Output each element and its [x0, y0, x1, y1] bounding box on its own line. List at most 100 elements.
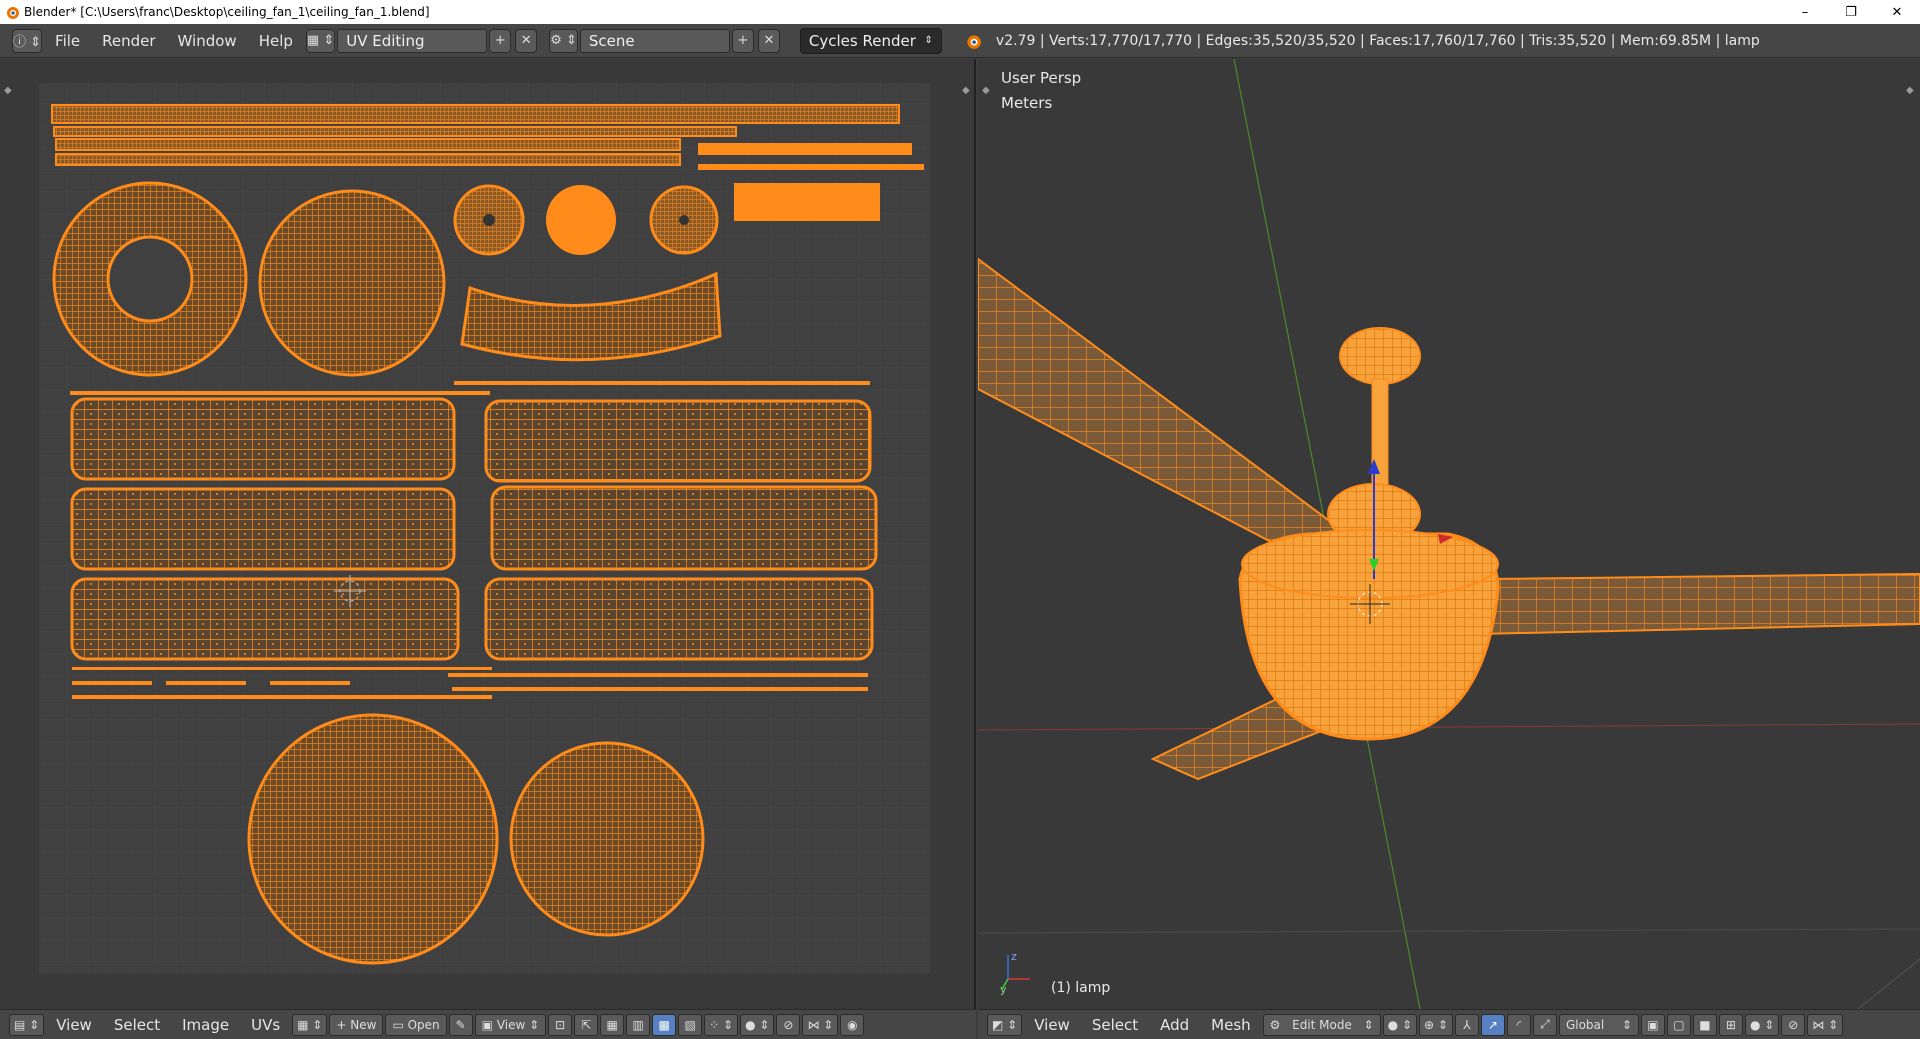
- render-engine-dropdown[interactable]: Cycles Render ⇕: [799, 27, 942, 54]
- view-mode-dropdown[interactable]: ▣ View ⇕: [474, 1013, 547, 1036]
- screen-layout-field[interactable]: UV Editing: [337, 28, 488, 53]
- units-label: Meters: [1001, 94, 1053, 112]
- snap-element-3d-icon[interactable]: ⋈ ⇕: [1807, 1013, 1844, 1036]
- window-titlebar: Blender* [C:\Users\franc\Desktop\ceiling…: [0, 0, 1920, 24]
- pin-image-icon[interactable]: ✎: [448, 1013, 473, 1036]
- screen-layout-icon[interactable]: ▦ ⇕: [305, 28, 336, 53]
- fan-blade: [978, 257, 1345, 571]
- scene-field[interactable]: Scene: [579, 28, 730, 53]
- 3d-viewport[interactable]: ◆ ◆ User Persp Meters z y (1) lamp: [978, 59, 1920, 1009]
- face-select-mode-icon[interactable]: ■: [1692, 1013, 1717, 1036]
- orientation-dropdown[interactable]: Global ⇕: [1558, 1013, 1639, 1036]
- uv-island: [698, 143, 912, 155]
- menu-help[interactable]: Help: [248, 32, 304, 50]
- remove-scene-icon[interactable]: ✕: [757, 28, 780, 53]
- fan-blade: [1476, 572, 1920, 636]
- uv-image-editor[interactable]: ◆ ◆: [0, 59, 976, 1009]
- 3d-menu-select[interactable]: Select: [1081, 1016, 1149, 1034]
- object-name-label: (1) lamp: [1051, 980, 1111, 996]
- sticky-select-icon[interactable]: ⁘ ⇕: [704, 1013, 739, 1036]
- window-title: Blender* [C:\Users\franc\Desktop\ceiling…: [24, 5, 430, 19]
- uv-island: [509, 741, 705, 937]
- manipulator-toggle-icon[interactable]: ⅄: [1454, 1013, 1479, 1036]
- plus-icon: +: [336, 1017, 351, 1032]
- editor-type-3d-icon[interactable]: ◩ ⇕: [987, 1013, 1023, 1036]
- info-header: ⓘ ⇕ File Render Window Help ▦ ⇕ UV Editi…: [0, 24, 1920, 58]
- face-select-icon[interactable]: ▩: [652, 1013, 677, 1036]
- pivot-point-icon[interactable]: ⊕ ⇕: [1419, 1013, 1453, 1036]
- viewport-shading-icon[interactable]: ● ⇕: [1382, 1013, 1417, 1036]
- uv-island: [698, 164, 924, 170]
- x-axis-line: [978, 723, 1920, 731]
- pivot-icon[interactable]: ⊡: [548, 1013, 573, 1036]
- remove-screen-icon[interactable]: ✕: [515, 28, 538, 53]
- axis-z-label: z: [1011, 950, 1017, 963]
- uv-island: [53, 126, 737, 137]
- menu-file[interactable]: File: [44, 32, 91, 50]
- uv-menu-view[interactable]: View: [45, 1016, 103, 1034]
- vertex-select-mode-icon[interactable]: ▣: [1640, 1013, 1665, 1036]
- add-scene-icon[interactable]: +: [731, 28, 754, 53]
- 3d-menu-view[interactable]: View: [1023, 1016, 1081, 1034]
- mode-dropdown[interactable]: ⚙ Edit Mode ⇕: [1262, 1013, 1381, 1036]
- open-image-button[interactable]: ▭ Open: [385, 1013, 447, 1036]
- snap-3d-icon[interactable]: ⊘: [1781, 1013, 1806, 1036]
- uv-island: [484, 399, 872, 483]
- uv-island: [55, 153, 681, 166]
- add-screen-icon[interactable]: +: [489, 28, 512, 53]
- edge-select-icon[interactable]: ▥: [626, 1013, 651, 1036]
- proportional-edit-3d-icon[interactable]: ● ⇕: [1744, 1013, 1780, 1036]
- uv-menu-image[interactable]: Image: [171, 1016, 240, 1034]
- uv-island: [55, 138, 681, 151]
- uv-island: [490, 485, 878, 571]
- 3d-menu-mesh[interactable]: Mesh: [1200, 1016, 1262, 1034]
- uv-canvas[interactable]: [0, 59, 976, 1009]
- uv-menu-uvs[interactable]: UVs: [240, 1016, 291, 1034]
- scene-statistics: v2.79 | Verts:17,770/17,770 | Edges:35,5…: [995, 32, 1760, 49]
- uv-editor-header: ▤ ⇕ View Select Image UVs ▦ ⇕ + New ▭ Op…: [0, 1009, 976, 1039]
- minimize-button[interactable]: –: [1782, 0, 1828, 24]
- edge-select-mode-icon[interactable]: ▢: [1666, 1013, 1691, 1036]
- uv-island: [70, 397, 456, 481]
- blender-logo-icon: [7, 7, 19, 19]
- overlay-icon[interactable]: ◉: [840, 1013, 865, 1036]
- uv-island: [258, 189, 446, 377]
- dropdown-arrows-icon: ⇕: [924, 35, 933, 46]
- maximize-button[interactable]: ❐: [1828, 0, 1874, 24]
- scale-manipulator-icon[interactable]: ⤢: [1532, 1013, 1557, 1036]
- snap-icon[interactable]: ⊘: [776, 1013, 801, 1036]
- blender-version-icon: [967, 34, 981, 49]
- editor-type-info-icon[interactable]: ⓘ ⇕: [12, 28, 43, 53]
- rotate-manipulator-icon[interactable]: ◜: [1506, 1013, 1531, 1036]
- translate-manipulator-icon[interactable]: ↗: [1480, 1013, 1505, 1036]
- render-engine-label: Cycles Render: [808, 31, 916, 50]
- uv-island: [51, 104, 900, 124]
- snap-element-icon[interactable]: ⋈ ⇕: [802, 1013, 839, 1036]
- axis-y-label: y: [1000, 983, 1007, 996]
- viewport-canvas[interactable]: [978, 59, 1920, 1009]
- occlude-geometry-icon[interactable]: ⊞: [1718, 1013, 1743, 1036]
- editor-type-uv-icon[interactable]: ▤ ⇕: [9, 1013, 45, 1036]
- menu-render[interactable]: Render: [91, 32, 166, 50]
- proportional-edit-icon[interactable]: ● ⇕: [740, 1013, 775, 1036]
- 3d-view-header: ◩ ⇕ View Select Add Mesh ⚙ Edit Mode ⇕ ● ⇕…: [978, 1009, 1920, 1039]
- sync-selection-icon[interactable]: ⇱: [574, 1013, 599, 1036]
- island-select-icon[interactable]: ▧: [678, 1013, 703, 1036]
- uv-island: [70, 487, 456, 571]
- edit-mode-icon: ⚙: [1269, 1017, 1281, 1032]
- uv-island: [734, 183, 880, 221]
- uv-island: [484, 577, 874, 661]
- folder-icon: ▭: [392, 1017, 408, 1032]
- view-name-label: User Persp: [1001, 69, 1082, 87]
- vertex-select-icon[interactable]: ▦: [600, 1013, 625, 1036]
- menu-window[interactable]: Window: [167, 32, 248, 50]
- uv-menu-select[interactable]: Select: [103, 1016, 171, 1034]
- fan-canopy: [1339, 327, 1421, 385]
- close-button[interactable]: ✕: [1874, 0, 1920, 24]
- scene-selector-icon[interactable]: ⚙ ⇕: [549, 28, 578, 53]
- uv-island: [546, 185, 616, 255]
- 3d-menu-add[interactable]: Add: [1149, 1016, 1200, 1034]
- image-browse-icon[interactable]: ▦ ⇕: [292, 1013, 328, 1036]
- new-image-button[interactable]: + New: [329, 1013, 384, 1036]
- view-mode-icon: ▣: [481, 1017, 497, 1032]
